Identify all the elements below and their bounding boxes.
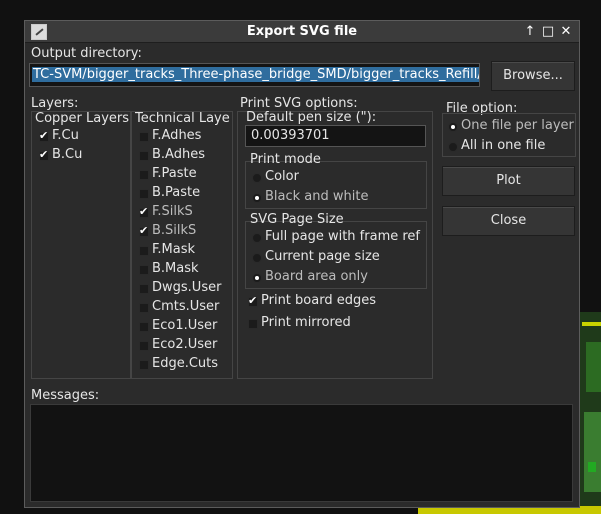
layer-checkbox-f-silks[interactable]	[139, 205, 149, 218]
all-in-one-file-label[interactable]: All in one file	[461, 138, 545, 153]
page-current-label[interactable]: Current page size	[265, 249, 380, 264]
layer-label-f-cu[interactable]: F.Cu	[52, 128, 79, 143]
messages-label: Messages:	[31, 388, 100, 403]
layer-label-dwgs-user[interactable]: Dwgs.User	[152, 280, 221, 295]
maximize-icon[interactable]: □	[539, 23, 557, 41]
page-full-radio[interactable]	[252, 233, 262, 243]
copper-layers-header: Copper Layers	[35, 111, 130, 126]
page-full-label[interactable]: Full page with frame ref	[265, 229, 420, 244]
page-size-label: SVG Page Size	[250, 212, 344, 227]
up-arrow-icon[interactable]: ↑	[521, 23, 539, 41]
browse-button[interactable]: Browse...	[491, 61, 575, 91]
print-mode-color-radio[interactable]	[252, 173, 262, 183]
layer-checkbox-dwgs-user[interactable]	[139, 284, 149, 294]
output-directory-value: TC-SVM/bigger_tracks_Three-phase_bridge_…	[32, 67, 479, 82]
title-bar[interactable]: Export SVG file ↑ □ ✕	[25, 21, 579, 43]
plot-button[interactable]: Plot	[442, 166, 575, 196]
layer-label-eco1-user[interactable]: Eco1.User	[152, 318, 217, 333]
close-icon[interactable]: ✕	[557, 23, 575, 41]
layer-label-b-paste[interactable]: B.Paste	[152, 185, 200, 200]
layer-label-f-silks[interactable]: F.SilkS	[152, 204, 193, 219]
layer-checkbox-f-cu[interactable]	[39, 129, 49, 142]
layer-checkbox-b-paste[interactable]	[139, 189, 149, 199]
page-board-radio[interactable]	[252, 273, 262, 283]
layer-checkbox-eco1-user[interactable]	[139, 322, 149, 332]
page-board-label[interactable]: Board area only	[265, 269, 368, 284]
layer-checkbox-b-cu[interactable]	[39, 148, 49, 161]
export-svg-dialog: Export SVG file ↑ □ ✕ Output directory: …	[24, 20, 580, 508]
layer-checkbox-edge-cuts[interactable]	[139, 360, 149, 370]
layer-label-cmts-user[interactable]: Cmts.User	[152, 299, 219, 314]
layer-checkbox-cmts-user[interactable]	[139, 303, 149, 313]
print-mirrored-label[interactable]: Print mirrored	[261, 315, 351, 330]
layer-label-eco2-user[interactable]: Eco2.User	[152, 337, 217, 352]
layer-checkbox-f-paste[interactable]	[139, 170, 149, 180]
layer-label-f-mask[interactable]: F.Mask	[152, 242, 195, 257]
layer-checkbox-f-mask[interactable]	[139, 246, 149, 256]
messages-area[interactable]	[30, 404, 573, 502]
layer-checkbox-b-silks[interactable]	[139, 224, 149, 237]
layer-checkbox-eco2-user[interactable]	[139, 341, 149, 351]
layer-checkbox-b-mask[interactable]	[139, 265, 149, 275]
dialog-title: Export SVG file	[246, 24, 358, 39]
print-mode-label: Print mode	[250, 152, 321, 167]
one-file-per-layer-label[interactable]: One file per layer	[461, 118, 574, 133]
layer-label-b-silks[interactable]: B.SilkS	[152, 223, 196, 238]
pen-size-label: Default pen size ("):	[246, 110, 377, 125]
layer-label-edge-cuts[interactable]: Edge.Cuts	[152, 356, 218, 371]
all-in-one-file-radio[interactable]	[448, 142, 458, 152]
output-directory-input[interactable]: TC-SVM/bigger_tracks_Three-phase_bridge_…	[29, 63, 480, 87]
layer-checkbox-f-adhes[interactable]	[139, 132, 149, 142]
page-current-radio[interactable]	[252, 253, 262, 263]
output-directory-label: Output directory:	[31, 46, 142, 61]
print-mode-bw-radio[interactable]	[252, 193, 262, 203]
print-mode-color-label[interactable]: Color	[265, 169, 299, 184]
layer-label-b-mask[interactable]: B.Mask	[152, 261, 199, 276]
layer-checkbox-b-adhes[interactable]	[139, 151, 149, 161]
layers-label: Layers:	[31, 96, 79, 111]
print-mirrored-checkbox[interactable]	[248, 319, 258, 329]
one-file-per-layer-radio[interactable]	[448, 122, 458, 132]
print-board-edges-checkbox[interactable]	[248, 294, 258, 307]
print-options-label: Print SVG options:	[240, 96, 358, 111]
technical-layers-header: Technical Laye	[135, 111, 230, 126]
close-button[interactable]: Close	[442, 206, 575, 236]
layer-label-b-adhes[interactable]: B.Adhes	[152, 147, 205, 162]
layer-label-f-paste[interactable]: F.Paste	[152, 166, 197, 181]
print-board-edges-label[interactable]: Print board edges	[261, 293, 376, 308]
layer-label-b-cu[interactable]: B.Cu	[52, 147, 82, 162]
pen-size-input[interactable]: 0.00393701	[245, 125, 426, 147]
print-mode-bw-label[interactable]: Black and white	[265, 189, 368, 204]
layer-label-f-adhes[interactable]: F.Adhes	[152, 128, 201, 143]
background-pcb-view	[578, 312, 601, 514]
